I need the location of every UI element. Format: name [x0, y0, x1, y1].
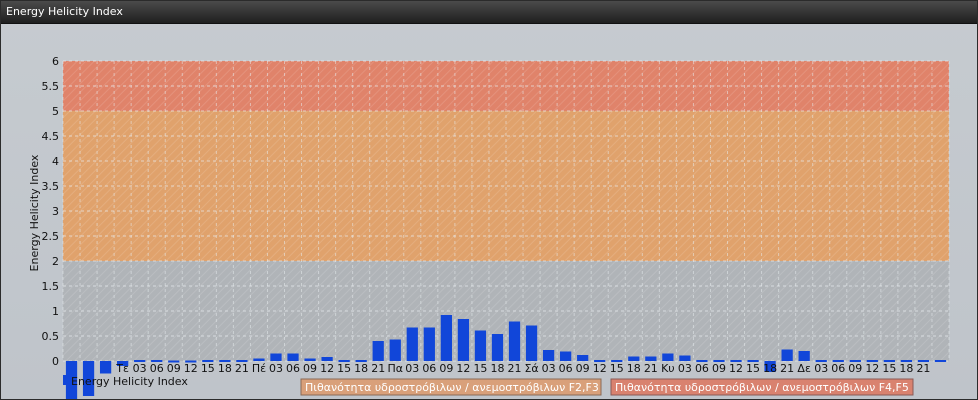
- bar-34: [645, 356, 657, 361]
- x-tick-label: 21: [508, 362, 522, 375]
- y-tick-label: 4.5: [42, 130, 60, 143]
- x-tick-label: 06: [559, 362, 573, 375]
- bar-2: [99, 361, 112, 374]
- x-tick-label: 09: [576, 362, 590, 375]
- x-tick-label: 03: [405, 362, 419, 375]
- x-tick-label: Σά: [524, 362, 538, 375]
- bar-26: [508, 321, 521, 361]
- y-tick-label: 3.5: [42, 180, 60, 193]
- y-tick-label: 1.5: [42, 280, 60, 293]
- y-tick-label: 6: [52, 55, 59, 68]
- bar-15: [321, 357, 333, 361]
- x-tick-label: 09: [712, 362, 726, 375]
- x-tick-label: 12: [729, 362, 743, 375]
- bar-36: [679, 355, 691, 361]
- y-tick-label: 0: [52, 355, 59, 368]
- bar-13: [287, 353, 299, 361]
- x-tick-label: 21: [916, 362, 930, 375]
- bar-28: [542, 350, 555, 361]
- y-tick-label: 5: [52, 105, 59, 118]
- chart-svg: 0 0.5 1 1.5 2 2.5 3 3.5 4 4.5 5 5.5 6 Energy Helicit…: [28, 55, 950, 399]
- x-tick-label: 15: [201, 362, 215, 375]
- bar-14: [304, 358, 316, 361]
- x-tick-label: 18: [899, 362, 913, 375]
- x-tick-label: 12: [593, 362, 607, 375]
- chart-window: Energy Helicity Index 0 0.5 1 1.5 2 2.5 3 3.5 4 4…: [0, 0, 978, 400]
- x-tick-label: Πέ: [252, 362, 266, 375]
- x-tick-label: 18: [490, 362, 504, 375]
- bar-11: [253, 358, 265, 361]
- bar-21: [423, 327, 435, 361]
- x-tick-label: 12: [456, 362, 470, 375]
- x-tick-label: 18: [354, 362, 368, 375]
- bar-12: [270, 353, 282, 361]
- bar-35: [662, 353, 674, 361]
- x-tick-label: 06: [150, 362, 164, 375]
- bar-42: [781, 349, 793, 361]
- x-tick-label: 03: [678, 362, 692, 375]
- x-tick-label: 03: [269, 362, 283, 375]
- bar-25: [491, 334, 504, 361]
- x-tick-label: 12: [184, 362, 198, 375]
- x-tick-label: 06: [422, 362, 436, 375]
- x-tick-label: 06: [286, 362, 300, 375]
- y-axis-label: Energy Helicity Index: [28, 154, 41, 271]
- x-tick-label: 09: [848, 362, 862, 375]
- y-axis-ticks: 0 0.5 1 1.5 2 2.5 3 3.5 4 4.5 5 5.5 6: [42, 55, 60, 368]
- y-tick-label: 3: [52, 205, 59, 218]
- x-tick-label: 15: [882, 362, 896, 375]
- y-tick-label: 5.5: [42, 80, 60, 93]
- x-tick-label: 12: [320, 362, 334, 375]
- x-tick-label: 15: [746, 362, 760, 375]
- x-tick-label: Τε: [115, 362, 129, 375]
- x-tick-label: 15: [610, 362, 624, 375]
- bar-27: [525, 325, 538, 361]
- y-tick-label: 2.5: [42, 230, 60, 243]
- bar-43: [798, 351, 810, 361]
- x-tick-label: 03: [542, 362, 556, 375]
- bar-19: [389, 339, 401, 361]
- x-tick-label: 03: [133, 362, 147, 375]
- x-tick-label: Δε: [797, 362, 811, 375]
- x-tick-label: Κυ: [661, 362, 675, 375]
- x-axis-ticks: Τε 03 06 09 12 15 18 21 Πέ 03 06 09 12 15 18 21 Πα 03 06 09…: [115, 362, 930, 375]
- legend-series-label: Energy Helicity Index: [71, 375, 188, 388]
- x-tick-label: 18: [218, 362, 232, 375]
- bar-20: [406, 327, 418, 361]
- bar-51: [934, 360, 947, 362]
- y-tick-label: 1: [52, 305, 59, 318]
- bar-23: [457, 319, 470, 361]
- bar-24: [474, 330, 487, 361]
- x-tick-label: 06: [695, 362, 709, 375]
- legend-band-f2f3-label: Πιθανότητα υδροστρόβιλων / ανεμοστρόβιλω…: [305, 381, 599, 394]
- x-tick-label: 18: [627, 362, 641, 375]
- x-tick-label: 21: [644, 362, 658, 375]
- bar-18: [372, 341, 384, 361]
- x-tick-label: 09: [167, 362, 181, 375]
- x-tick-label: 06: [831, 362, 845, 375]
- legend-band-f4f5-label: Πιθανότητα υδροστρόβιλων / ανεμοστρόβιλω…: [615, 381, 909, 394]
- y-tick-label: 2: [52, 255, 59, 268]
- x-tick-label: 09: [439, 362, 453, 375]
- bar-22: [440, 315, 452, 361]
- bar-33: [628, 356, 640, 361]
- y-tick-label: 0.5: [42, 330, 60, 343]
- x-tick-label: 18: [763, 362, 777, 375]
- x-tick-label: 03: [814, 362, 828, 375]
- x-tick-label: 09: [303, 362, 317, 375]
- x-tick-label: 21: [371, 362, 385, 375]
- x-tick-label: 15: [337, 362, 351, 375]
- x-tick-label: 21: [235, 362, 249, 375]
- x-tick-label: 12: [865, 362, 879, 375]
- legend: Energy Helicity Index Πιθανότητα υδροστρ…: [63, 375, 914, 396]
- bar-29: [560, 351, 572, 361]
- x-tick-label: Πα: [387, 362, 403, 375]
- bar-30: [577, 355, 589, 361]
- y-tick-label: 4: [52, 155, 59, 168]
- x-tick-label: 21: [780, 362, 794, 375]
- x-tick-label: 15: [473, 362, 487, 375]
